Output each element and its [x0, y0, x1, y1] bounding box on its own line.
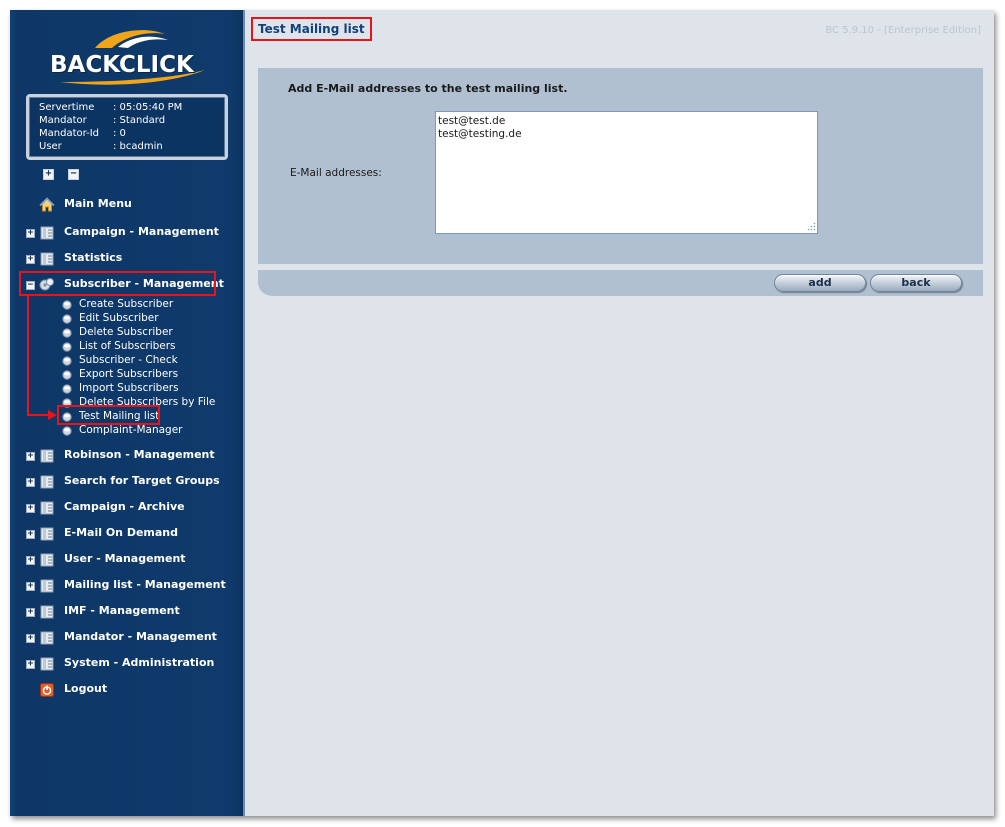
form-panel: Add E-Mail addresses to the test mailing… [258, 68, 983, 264]
email-addresses-textarea[interactable] [435, 111, 818, 234]
resize-grip-icon[interactable] [806, 221, 816, 231]
version-label: BC 5.9.10 - [Enterprise Edition] [825, 25, 981, 36]
form-heading: Add E-Mail addresses to the test mailing… [288, 82, 568, 95]
back-button[interactable]: back [870, 274, 962, 292]
annotation-arrow-icon [27, 296, 57, 420]
main-content: Test Mailing list BC 5.9.10 - [Enterpris… [247, 10, 994, 816]
sidebar: BACKCLICK Servertime: 05:05:40 PM Mandat… [10, 10, 245, 816]
application-window: BACKCLICK Servertime: 05:05:40 PM Mandat… [10, 10, 994, 816]
email-addresses-label: E-Mail addresses: [290, 167, 382, 179]
page-title: Test Mailing list [251, 17, 372, 41]
button-bar: add back [258, 270, 983, 296]
add-button[interactable]: add [774, 274, 866, 292]
